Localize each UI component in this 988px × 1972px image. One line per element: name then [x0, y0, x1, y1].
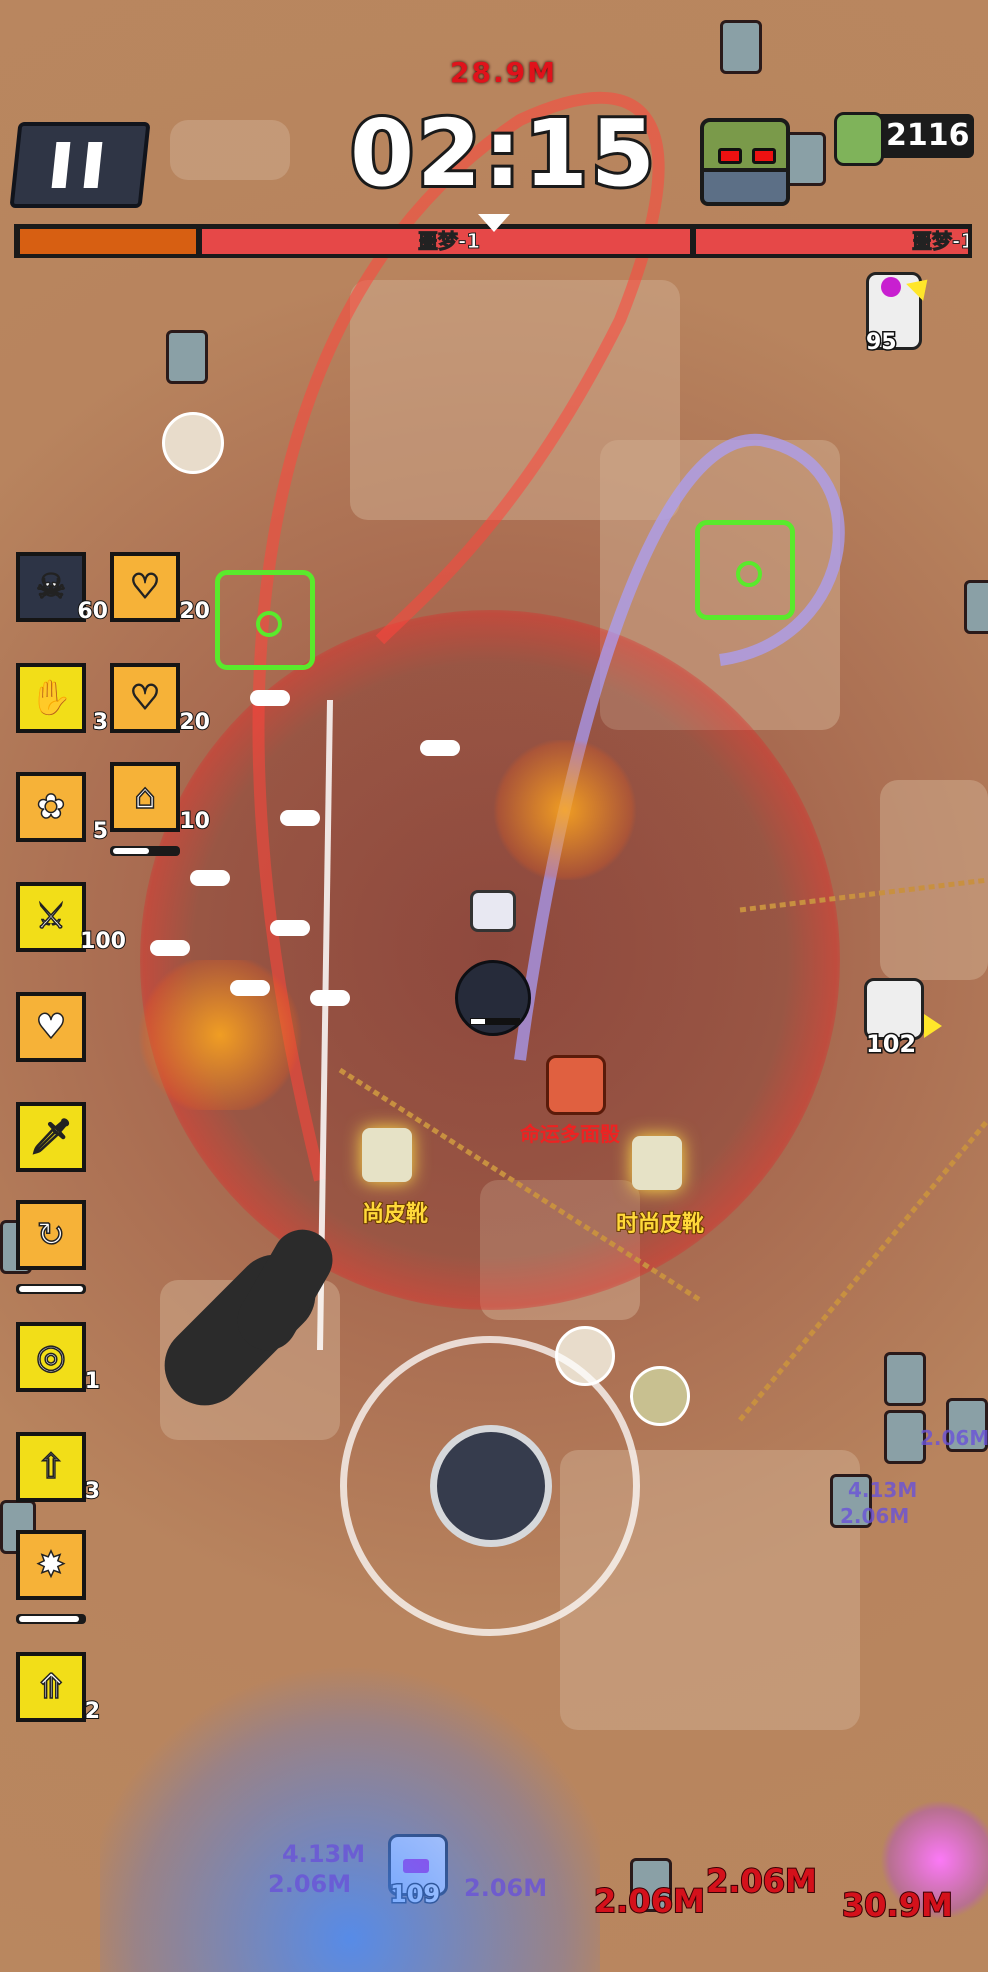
stage-progress-fill — [20, 229, 196, 254]
fate-dice-icon — [546, 1055, 606, 1115]
damage-number: 2.06M — [920, 1426, 988, 1450]
sword-icon: 🗡 — [29, 1116, 74, 1158]
boss-portrait-icon — [700, 118, 790, 206]
skill-count: 100 — [79, 928, 127, 955]
house-clock-icon: ⌂ — [133, 776, 156, 818]
stage-label: 噩梦-1 — [912, 229, 968, 254]
zombie-enemy — [884, 1352, 926, 1406]
skill-heart-eye[interactable]: ♡ 20 — [110, 552, 211, 625]
pause-icon — [51, 142, 71, 188]
damage-number: 2.06M — [840, 1504, 910, 1528]
skill-count: 60 — [76, 598, 109, 625]
fire-patch — [490, 740, 640, 880]
lightning-effect — [100, 1640, 600, 1972]
target-reticle — [215, 570, 315, 670]
stage-label: 噩梦-1 — [417, 229, 481, 254]
heart-eye-icon: ♡ — [129, 677, 161, 719]
offscreen-count: 95 — [865, 329, 899, 357]
skill-count: 1 — [84, 1368, 101, 1395]
skill-count: 5 — [92, 818, 109, 845]
skill-rose-card[interactable]: ✿ 5 — [16, 772, 109, 845]
heart-shield-icon: ♥ — [35, 1006, 67, 1048]
item-label: 尚皮靴 — [361, 1201, 429, 1228]
skill-hand-card[interactable]: ✋ 3 — [16, 663, 109, 736]
skull-chain-icon: ☠ — [35, 566, 67, 608]
skill-coin[interactable]: ◎ 1 — [16, 1322, 101, 1395]
coin-icon: ◎ — [35, 1336, 66, 1378]
skill-tower-up[interactable]: ⇧ 3 — [16, 1432, 101, 1505]
skill-count: 10 — [178, 808, 211, 835]
stage-marker-icon — [478, 214, 510, 232]
kill-count: 2116 — [886, 118, 970, 153]
skill-count: 2 — [84, 1698, 101, 1725]
zombie-enemy — [784, 132, 826, 186]
damage-number: 4.13M — [848, 1478, 918, 1502]
skill-count: 20 — [178, 598, 211, 625]
skill-burst-timer[interactable]: ✸ — [16, 1530, 86, 1600]
skill-cooldown-bar — [16, 1614, 86, 1624]
skill-skull-chain[interactable]: ☠ 60 — [16, 552, 109, 625]
offscreen-count: 102 — [864, 1029, 917, 1060]
disc-pickup-icon — [630, 1366, 690, 1426]
skill-count: 20 — [178, 709, 211, 736]
total-damage: 28.9M — [450, 56, 557, 89]
skill-heart-shield[interactable]: ♥ — [16, 992, 86, 1062]
damage-number: 4.13M — [282, 1840, 366, 1868]
item-label: 时尚皮靴 — [615, 1211, 705, 1238]
joystick-thumb[interactable] — [430, 1425, 552, 1547]
pause-icon-bar — [83, 142, 103, 188]
skill-refresh[interactable]: ↻ — [16, 1200, 86, 1270]
direction-arrow-icon — [924, 1014, 942, 1038]
damage-number: 2.06M — [464, 1874, 548, 1902]
zombie-enemy — [964, 580, 988, 634]
refresh-arrow-icon: ↻ — [36, 1214, 66, 1256]
skill-cooldown-bar — [16, 1284, 86, 1294]
player-health-bar — [470, 1018, 520, 1025]
rose-card-icon: ✿ — [36, 786, 66, 828]
zombie-enemy — [720, 20, 762, 74]
boot-pickup-icon — [362, 1128, 412, 1182]
magnet-up-icon: ⤊ — [36, 1666, 66, 1708]
crossed-swords-icon: ⚔ — [35, 896, 67, 938]
skill-count: 3 — [92, 709, 109, 736]
burst-timer-icon: ✸ — [36, 1544, 66, 1586]
zombie-kill-icon — [834, 112, 884, 166]
sneaker-pickup-icon — [162, 412, 224, 474]
skill-crossed-swords[interactable]: ⚔ 100 — [16, 882, 127, 955]
skill-cooldown-bar — [110, 846, 180, 856]
hand-card-icon: ✋ — [29, 677, 73, 719]
dice-label: 命运多面骰 — [520, 1122, 620, 1146]
target-reticle — [695, 520, 795, 620]
damage-number: 2.06M — [705, 1861, 818, 1901]
skill-heart-eye[interactable]: ♡ 20 — [110, 663, 211, 736]
damage-number: 2.06M — [268, 1870, 352, 1898]
skill-magnet-up[interactable]: ⤊ 2 — [16, 1652, 101, 1725]
boot-pickup-icon — [632, 1136, 682, 1190]
skill-sword[interactable]: 🗡 — [16, 1102, 86, 1172]
game-field[interactable]: 命运多面骰 尚皮靴 时尚皮靴 95 102 109 2.06M 2.06M 2.… — [0, 0, 988, 1972]
damage-number: 2.06M — [593, 1881, 706, 1921]
damage-number: 30.9M — [841, 1885, 954, 1925]
pause-button[interactable] — [9, 122, 151, 208]
boss-jaw — [700, 168, 790, 206]
heart-eye-icon: ♡ — [129, 566, 161, 608]
skill-count: 3 — [84, 1478, 101, 1505]
boss-eye — [752, 148, 776, 164]
zombie-enemy — [166, 330, 208, 384]
robot-pet — [470, 890, 516, 932]
boss-eye — [718, 148, 742, 164]
skill-house-clock[interactable]: ⌂ 10 — [110, 762, 211, 835]
tower-up-icon: ⇧ — [36, 1446, 66, 1488]
survival-timer: 02:15 — [347, 97, 658, 210]
